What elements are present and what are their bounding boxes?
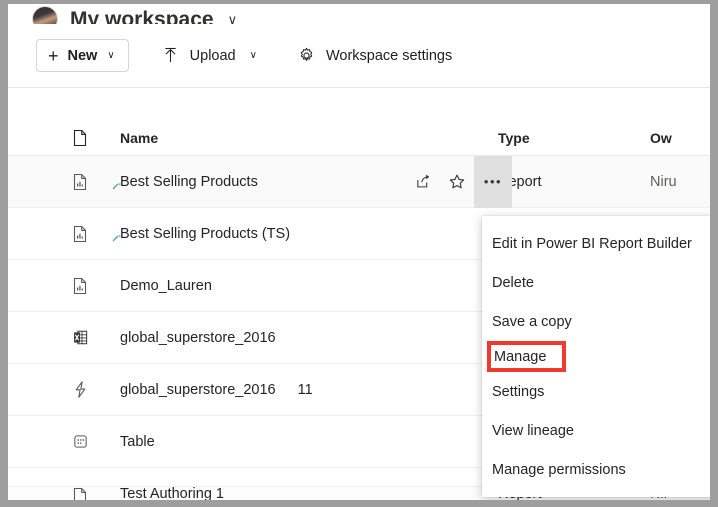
gear-icon [297,46,316,65]
workspace-settings-label: Workspace settings [325,47,453,64]
avatar [32,6,58,24]
excel-workbook-icon [56,329,104,346]
table-row[interactable]: Best Selling Products ••• Report Niru [8,155,710,208]
paginated-report-icon [56,277,104,295]
row-name-cell[interactable]: Best Selling Products (TS) [104,226,498,242]
row-name-text: global_superstore_2016 [120,381,276,398]
plus-icon: + [48,45,59,66]
context-menu: Edit in Power BI Report Builder Delete S… [482,216,710,497]
chevron-down-icon: ∨ [249,50,257,61]
upload-button[interactable]: Upload ∨ [153,38,265,74]
workspace-settings-button[interactable]: Workspace settings [289,38,460,74]
row-name-cell[interactable]: global_superstore_2016 11 [104,382,498,398]
screenshot-root: My workspace ∨ + New ∨ Upload ∨ Workspac… [0,0,718,507]
page-title: My workspace [70,8,214,25]
upload-icon [161,46,180,65]
column-header-type[interactable]: Type [498,130,650,146]
dataset-icon [56,433,104,450]
row-name-text: Best Selling Products [120,173,258,190]
menu-item-manage-permissions[interactable]: Manage permissions [482,450,710,489]
paginated-report-icon [56,225,104,243]
new-button-label: New [67,47,98,64]
app-canvas: My workspace ∨ + New ∨ Upload ∨ Workspac… [8,4,710,500]
menu-item-save-a-copy[interactable]: Save a copy [482,302,710,341]
row-name-text: Test Authoring 1 [120,486,224,500]
star-icon[interactable] [440,156,474,208]
command-bar: + New ∨ Upload ∨ Workspace settings [8,24,710,88]
menu-item-view-lineage[interactable]: View lineage [482,411,710,450]
row-name-cell[interactable]: global_superstore_2016 [104,330,498,346]
chevron-down-icon[interactable]: ∨ [228,12,238,24]
new-button[interactable]: + New ∨ [36,39,129,72]
more-options-button[interactable]: ••• [474,155,512,208]
paginated-report-icon [56,487,104,500]
row-owner-cell: Niru [650,173,677,190]
paginated-report-icon [56,173,104,191]
row-action-group: ••• [406,155,512,208]
row-name-text: Table [120,433,155,450]
menu-item-settings[interactable]: Settings [482,372,710,411]
column-header-name[interactable]: Name [104,130,498,146]
row-name-cell[interactable]: Demo_Lauren [104,278,498,294]
row-name-text: Demo_Lauren [120,277,212,294]
workspace-title-bar: My workspace ∨ [8,4,710,24]
column-header-icon[interactable] [56,129,104,147]
menu-item-delete[interactable]: Delete [482,263,710,302]
row-name-text: global_superstore_2016 [120,329,276,346]
dataflow-icon [56,380,104,399]
endorsement-badge-icon [112,182,121,189]
row-count-badge: 11 [297,381,313,398]
list-column-headers: Name Type Ow [8,120,710,156]
column-header-owner[interactable]: Ow [650,130,710,146]
chevron-down-icon: ∨ [107,50,115,61]
row-type-cell: Report [498,173,542,190]
row-name-cell[interactable]: Table [104,434,498,450]
upload-label: Upload [189,47,236,64]
endorsement-badge-icon [112,234,121,241]
menu-item-edit-in-report-builder[interactable]: Edit in Power BI Report Builder [482,224,710,263]
row-name-text: Best Selling Products (TS) [120,225,291,242]
menu-item-manage[interactable]: Manage [487,341,566,372]
share-icon[interactable] [406,156,440,208]
